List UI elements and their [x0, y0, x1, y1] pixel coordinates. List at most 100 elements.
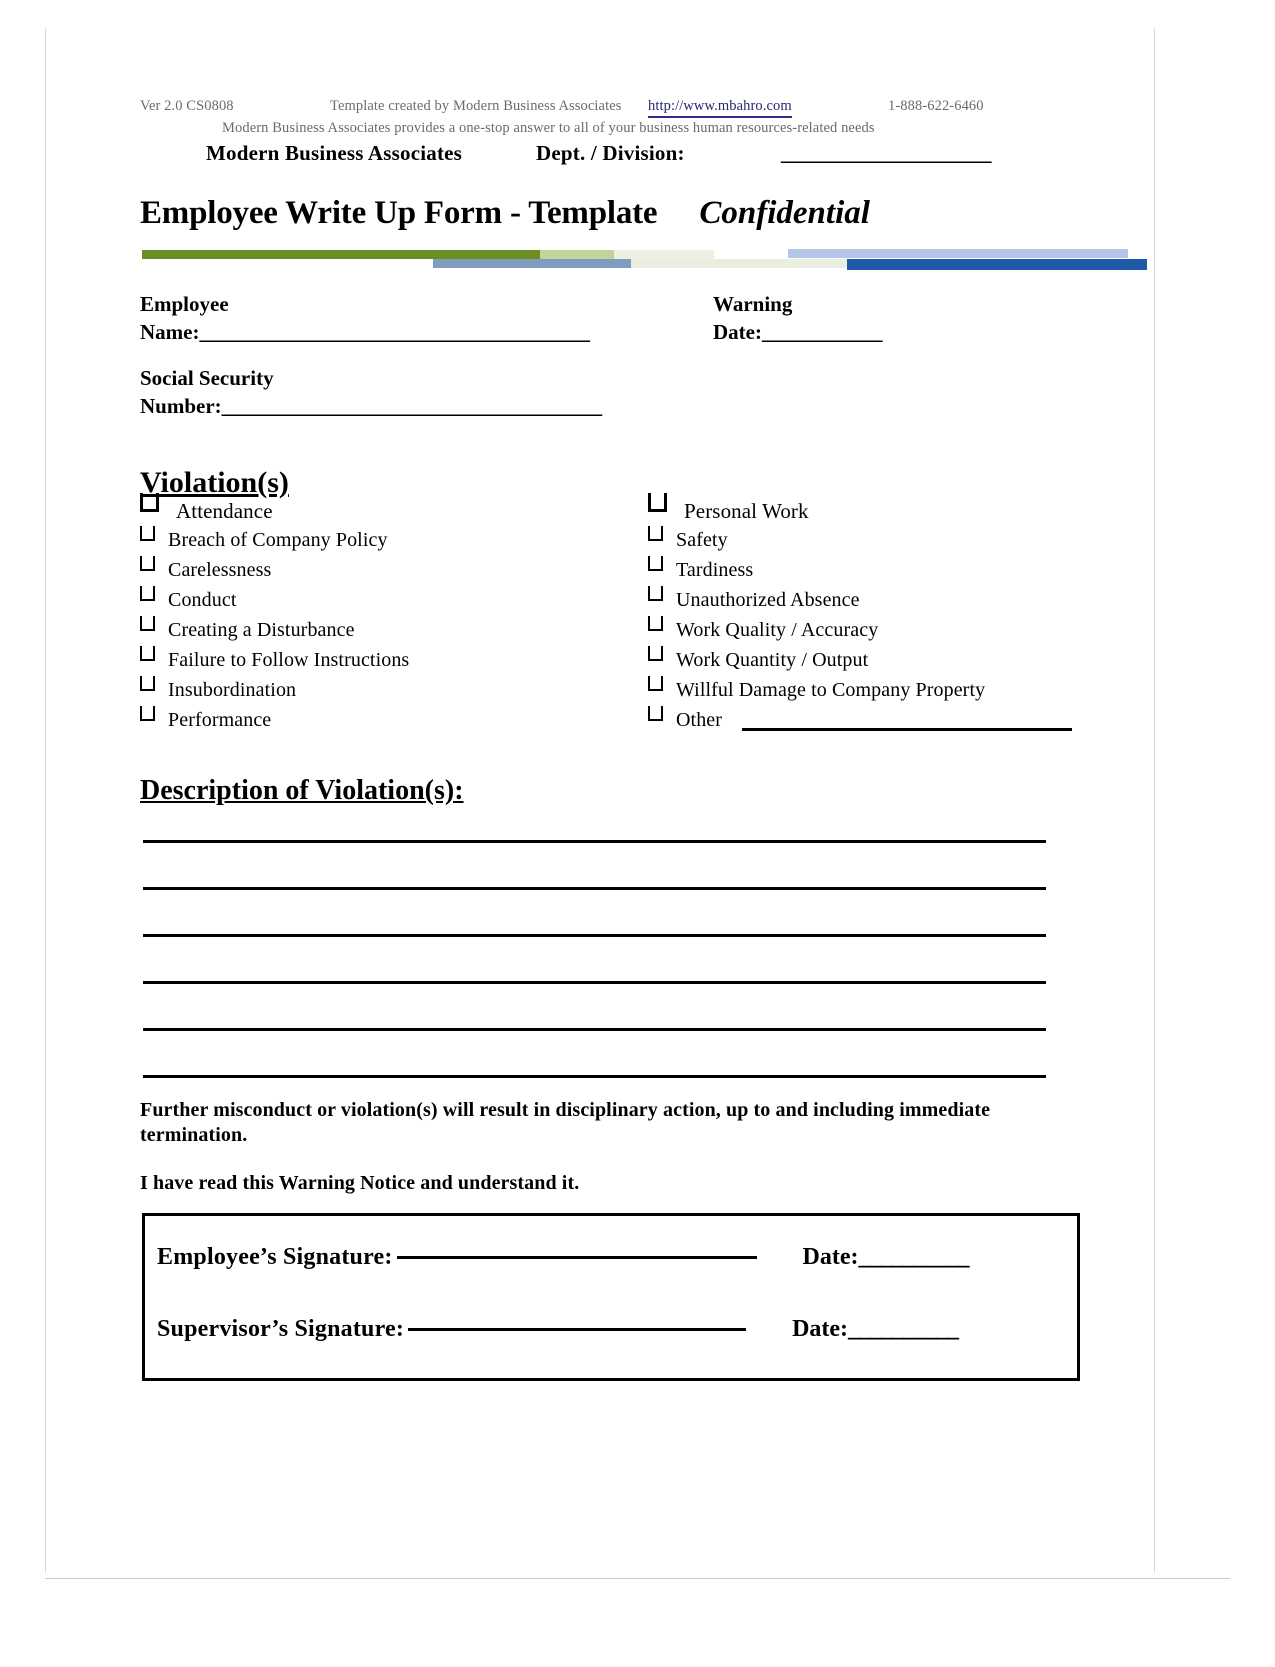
page-bottom-rule [45, 1578, 1230, 1579]
checkbox-icon[interactable] [648, 706, 663, 721]
checkbox-icon[interactable] [140, 616, 155, 631]
misconduct-notice: Further misconduct or violation(s) will … [140, 1099, 991, 1146]
violation-checkbox-item[interactable]: Breach of Company Policy [140, 524, 640, 554]
checkbox-icon[interactable] [648, 493, 667, 512]
violation-label: Safety [676, 529, 728, 551]
violation-checkbox-item[interactable]: Work Quality / Accuracy [648, 614, 1100, 644]
confidential-marker: Confidential [699, 195, 870, 231]
checkbox-icon[interactable] [140, 676, 155, 691]
version-label: Ver 2.0 CS0808 [140, 98, 234, 114]
checkbox-icon[interactable] [140, 586, 155, 601]
violation-label: Performance [168, 709, 272, 731]
checkbox-icon[interactable] [648, 646, 663, 661]
checkbox-icon[interactable] [648, 616, 663, 631]
violation-label: Other [676, 709, 723, 731]
violation-checkbox-item[interactable]: Tardiness [648, 554, 1100, 584]
supervisor-date-blank[interactable]: __________ [848, 1316, 959, 1342]
checkbox-icon[interactable] [648, 556, 663, 571]
website-link[interactable]: http://www.mbahro.com [648, 98, 792, 118]
violation-label: Breach of Company Policy [168, 529, 388, 551]
employee-signature-line[interactable] [396, 1256, 757, 1259]
violation-checkbox-item[interactable]: Personal Work [648, 493, 1100, 524]
violation-checkbox-item[interactable]: Conduct [140, 584, 640, 614]
warning-date-field: Warning Date:____________ [713, 292, 882, 345]
supervisor-signature-label: Supervisor’s Signature: [157, 1316, 405, 1342]
violation-label: Conduct [168, 589, 237, 611]
description-rule[interactable] [143, 1028, 1046, 1031]
description-write-in-area[interactable] [143, 840, 1046, 1122]
dept-division-label: Dept. / Division: [536, 141, 685, 165]
company-tagline: Modern Business Associates provides a on… [222, 120, 875, 136]
violations-right-column: Personal Work Safety Tardiness Unauthori… [648, 493, 1100, 734]
employee-signature-label: Employee’s Signature: [157, 1244, 393, 1270]
violation-label: Tardiness [676, 559, 754, 581]
description-rule[interactable] [143, 1075, 1046, 1078]
violation-label: Attendance [176, 499, 273, 523]
phone-number: 1-888-622-6460 [888, 98, 984, 114]
ssn-label-line1: Social Security [140, 366, 274, 390]
checkbox-icon[interactable] [140, 526, 155, 541]
warning-date-label-line1: Warning [713, 292, 793, 316]
violation-label: Insubordination [168, 679, 297, 701]
notice-block: Further misconduct or violation(s) will … [140, 1098, 1040, 1196]
warning-date-label-line2: Date: [713, 320, 762, 344]
supervisor-signature-line[interactable] [408, 1328, 747, 1331]
checkbox-icon[interactable] [140, 706, 155, 721]
employee-name-blank[interactable]: _______________________________________ [199, 320, 590, 344]
supervisor-signature-row[interactable]: Supervisor’s Signature: Date:__________ [157, 1316, 1067, 1343]
violation-checkbox-item[interactable]: Insubordination [140, 674, 640, 704]
violation-checkbox-item[interactable]: Unauthorized Absence [648, 584, 1100, 614]
violation-checkbox-item[interactable]: Willful Damage to Company Property [648, 674, 1100, 704]
other-write-in-line[interactable] [742, 728, 1072, 731]
description-heading: Description of Violation(s): [140, 775, 464, 806]
employee-signature-row[interactable]: Employee’s Signature: Date:__________ [157, 1244, 1067, 1271]
dept-division-blank[interactable]: _____________________ [781, 141, 992, 166]
violation-checkbox-item[interactable]: Failure to Follow Instructions [140, 644, 640, 674]
ssn-label-line2: Number: [140, 394, 222, 418]
violation-label: Creating a Disturbance [168, 619, 355, 641]
checkbox-icon[interactable] [648, 676, 663, 691]
supervisor-date-label: Date: [792, 1316, 849, 1342]
checkbox-icon[interactable] [140, 493, 159, 512]
checkbox-icon[interactable] [648, 586, 663, 601]
violation-checkbox-item[interactable]: Creating a Disturbance [140, 614, 640, 644]
ssn-input-row[interactable]: Number:_________________________________… [140, 394, 602, 419]
violations-left-column: Attendance Breach of Company Policy Care… [140, 493, 640, 734]
decorative-bar-blue-dark [847, 259, 1147, 270]
description-rule[interactable] [143, 981, 1046, 984]
violation-label: Work Quality / Accuracy [676, 619, 879, 641]
social-security-field: Social Security Number:_________________… [140, 366, 602, 419]
violation-checkbox-item[interactable]: Work Quantity / Output [648, 644, 1100, 674]
checkbox-icon[interactable] [648, 526, 663, 541]
employee-date-label: Date: [802, 1244, 859, 1270]
decorative-bar-green [142, 250, 540, 259]
description-rule[interactable] [143, 840, 1046, 843]
employee-date-blank[interactable]: __________ [859, 1244, 970, 1270]
violation-checkbox-item[interactable]: Attendance [140, 493, 640, 524]
violation-label: Unauthorized Absence [676, 589, 860, 611]
employee-name-label-line2: Name: [140, 320, 200, 344]
description-rule[interactable] [143, 887, 1046, 890]
description-rule[interactable] [143, 934, 1046, 937]
employee-name-label-line1: Employee [140, 292, 229, 316]
employee-name-field: Employee Name:__________________________… [140, 292, 590, 345]
checkbox-icon[interactable] [140, 556, 155, 571]
warning-date-blank[interactable]: ____________ [762, 320, 883, 344]
violation-checkbox-item[interactable]: Performance [140, 704, 640, 734]
violation-label: Carelessness [168, 559, 272, 581]
warning-date-input-row[interactable]: Date:____________ [713, 320, 882, 345]
employee-name-input-row[interactable]: Name:___________________________________… [140, 320, 590, 345]
checkbox-icon[interactable] [140, 646, 155, 661]
page-title: Employee Write Up Form - Template [140, 195, 658, 231]
template-credit: Template created by Modern Business Asso… [330, 98, 622, 114]
violation-label: Failure to Follow Instructions [168, 649, 410, 671]
ssn-blank[interactable]: ______________________________________ [222, 394, 603, 418]
decorative-bar-cream [614, 250, 714, 259]
violation-checkbox-item[interactable]: Safety [648, 524, 1100, 554]
company-name: Modern Business Associates [206, 141, 463, 165]
decorative-bar-steel [433, 259, 631, 268]
violation-checkbox-item[interactable]: Carelessness [140, 554, 640, 584]
decorative-bar-green-pale [540, 250, 614, 259]
decorative-bar-cream-2 [631, 259, 847, 268]
violation-checkbox-item-other[interactable]: Other [648, 704, 1100, 734]
